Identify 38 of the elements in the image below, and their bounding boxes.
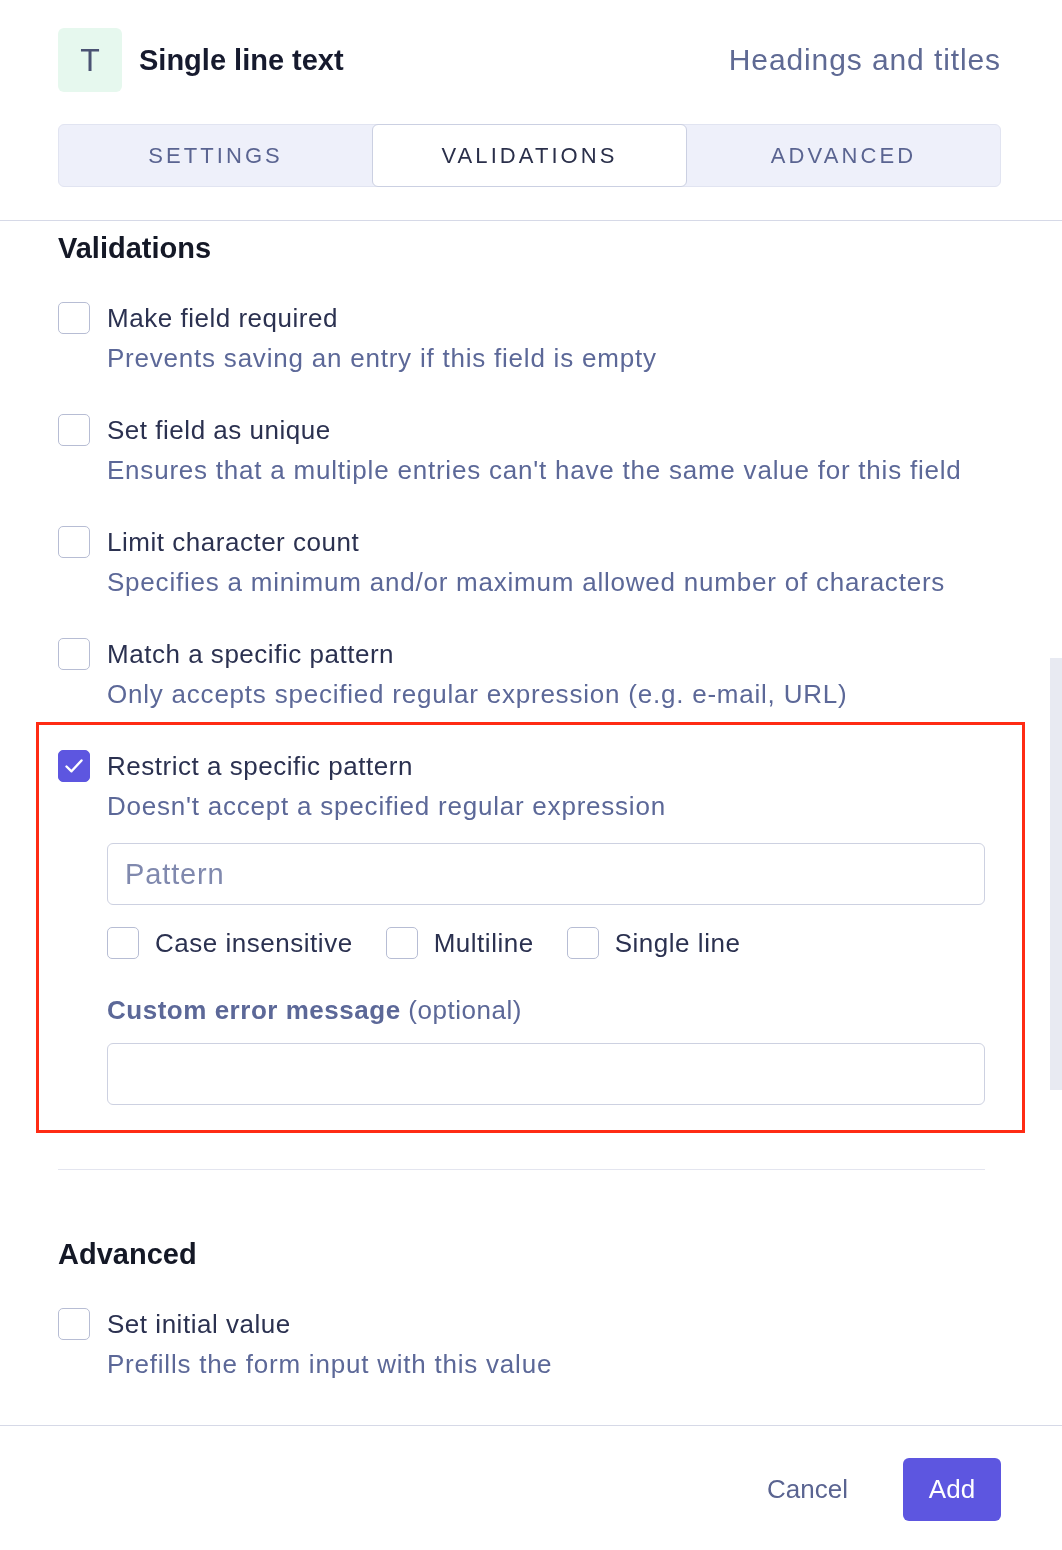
field-category: Headings and titles xyxy=(728,42,1001,78)
pattern-field[interactable]: Pattern xyxy=(107,843,985,905)
option-description: Doesn't accept a specified regular expression xyxy=(107,790,666,822)
checkbox[interactable] xyxy=(58,302,90,334)
field-type-icon: T xyxy=(58,28,122,92)
option-label: Set field as unique xyxy=(107,414,331,446)
cancel-button[interactable]: Cancel xyxy=(751,1458,864,1521)
option-label: Set initial value xyxy=(107,1308,291,1340)
checkbox[interactable] xyxy=(58,1308,90,1340)
option-description: Only accepts specified regular expression (e.g. e-mail, URL) xyxy=(107,678,848,710)
option-label: Make field required xyxy=(107,302,338,334)
option-label: Match a specific pattern xyxy=(107,638,395,670)
checkbox[interactable] xyxy=(58,414,90,446)
checkbox[interactable] xyxy=(385,927,418,959)
tab[interactable]: SETTINGS xyxy=(59,125,372,186)
section-heading: Validations xyxy=(58,231,212,266)
checkbox[interactable] xyxy=(566,927,599,959)
checkbox[interactable] xyxy=(58,638,90,670)
field-label: Custom error message (optional) xyxy=(107,994,522,1026)
flag-label: Case insensitive xyxy=(155,927,353,959)
checkbox[interactable] xyxy=(107,927,139,959)
option-label: Restrict a specific pattern xyxy=(107,750,413,782)
section-heading: Advanced xyxy=(58,1237,197,1272)
option-description: Specifies a minimum and/or maximum allowed number of characters xyxy=(107,566,946,598)
option-description: Ensures that a multiple entries can't have the same value for this field xyxy=(107,454,962,486)
field-type-title: Single line text xyxy=(139,43,344,78)
error-message-field[interactable] xyxy=(107,1043,985,1105)
flag-label: Multiline xyxy=(433,927,534,959)
checkbox[interactable] xyxy=(58,526,90,558)
checkmark-icon xyxy=(65,759,83,773)
add-button[interactable]: Add xyxy=(903,1458,1001,1521)
tab[interactable]: ADVANCED xyxy=(687,125,1000,186)
checkbox[interactable] xyxy=(58,750,90,782)
tab[interactable]: VALIDATIONS xyxy=(372,124,687,187)
option-label: Limit character count xyxy=(107,526,360,558)
option-description: Prevents saving an entry if this field is empty xyxy=(107,342,657,374)
option-description: Prefills the form input with this value xyxy=(107,1348,553,1380)
flag-label: Single line xyxy=(614,927,741,959)
